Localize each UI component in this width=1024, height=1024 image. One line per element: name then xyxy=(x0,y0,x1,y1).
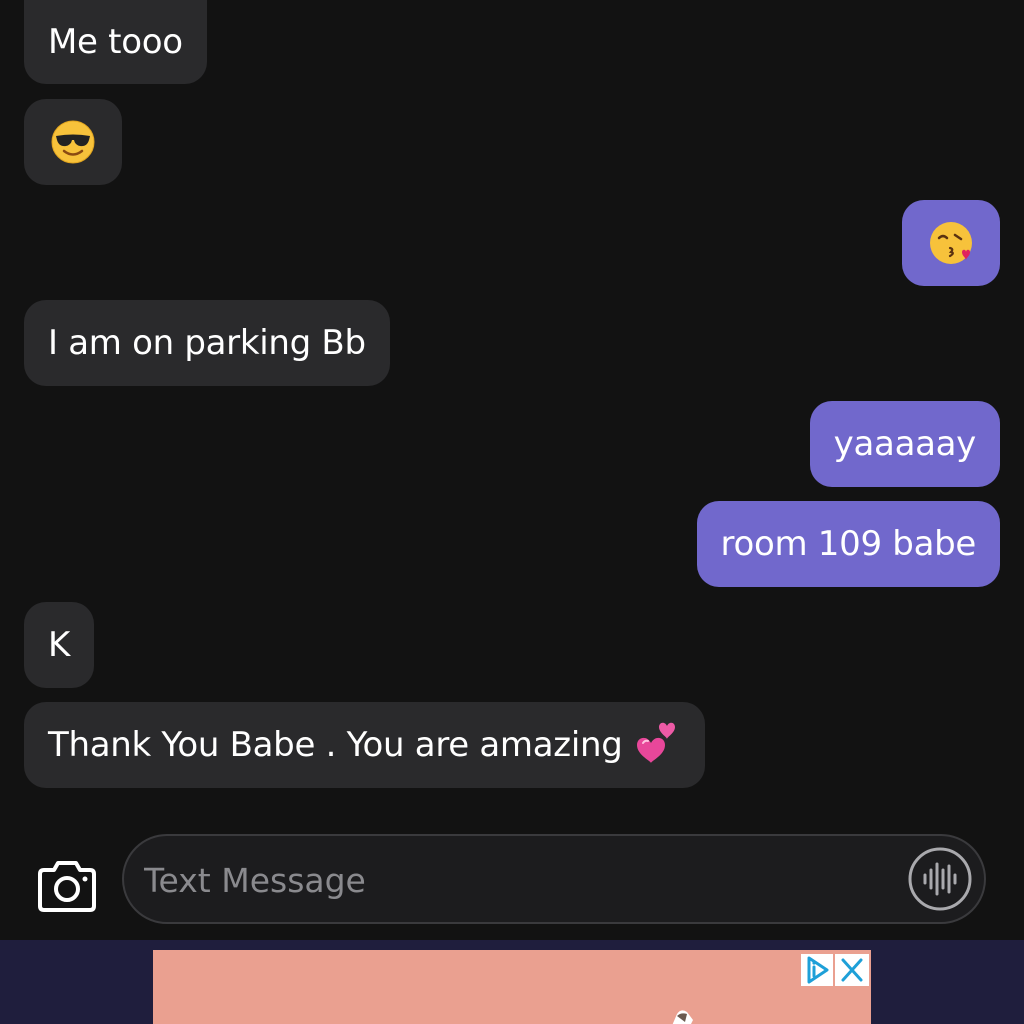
message-bubble-outgoing[interactable]: room 109 babe xyxy=(696,501,1000,587)
message-bubble-incoming[interactable] xyxy=(24,99,122,185)
message-bubble-incoming[interactable]: Me tooo xyxy=(24,0,207,84)
message-composer xyxy=(0,830,1024,940)
message-text: Me tooo xyxy=(48,22,183,62)
close-icon xyxy=(841,958,863,982)
message-text: K xyxy=(48,625,70,665)
kiss-emoji-icon xyxy=(930,222,972,264)
two-hearts-emoji-icon xyxy=(636,722,675,763)
voice-waveform-icon xyxy=(908,847,972,911)
message-bubble-incoming[interactable]: Thank You Babe . You are amazing xyxy=(24,702,705,788)
message-text: yaaaaay xyxy=(833,424,977,464)
message-text: room 109 babe xyxy=(720,524,977,564)
ad-banner xyxy=(0,940,1024,1024)
ad-image-detail xyxy=(672,1010,693,1024)
chat-screen: Me tooo I am on parking Bb yaaaaay room … xyxy=(0,0,1024,1024)
sunglasses-emoji-icon xyxy=(51,120,95,164)
message-bubble-incoming[interactable]: K xyxy=(24,602,94,688)
ad-close-button[interactable] xyxy=(835,954,869,986)
ad-choices-button[interactable] xyxy=(801,954,833,986)
ad-creative[interactable] xyxy=(153,950,871,1024)
message-bubble-outgoing[interactable]: yaaaaay xyxy=(809,401,1000,487)
ad-choices-icon xyxy=(807,956,829,984)
message-bubble-outgoing[interactable] xyxy=(902,200,1000,286)
camera-button[interactable] xyxy=(36,858,98,914)
text-message-field xyxy=(122,834,986,924)
message-bubble-incoming[interactable]: I am on parking Bb xyxy=(24,300,390,386)
message-text: I am on parking Bb xyxy=(48,323,366,363)
voice-message-button[interactable] xyxy=(908,847,972,911)
text-message-input[interactable] xyxy=(142,836,886,924)
camera-icon xyxy=(38,861,96,912)
message-text: Thank You Babe . You are amazing xyxy=(48,725,623,765)
